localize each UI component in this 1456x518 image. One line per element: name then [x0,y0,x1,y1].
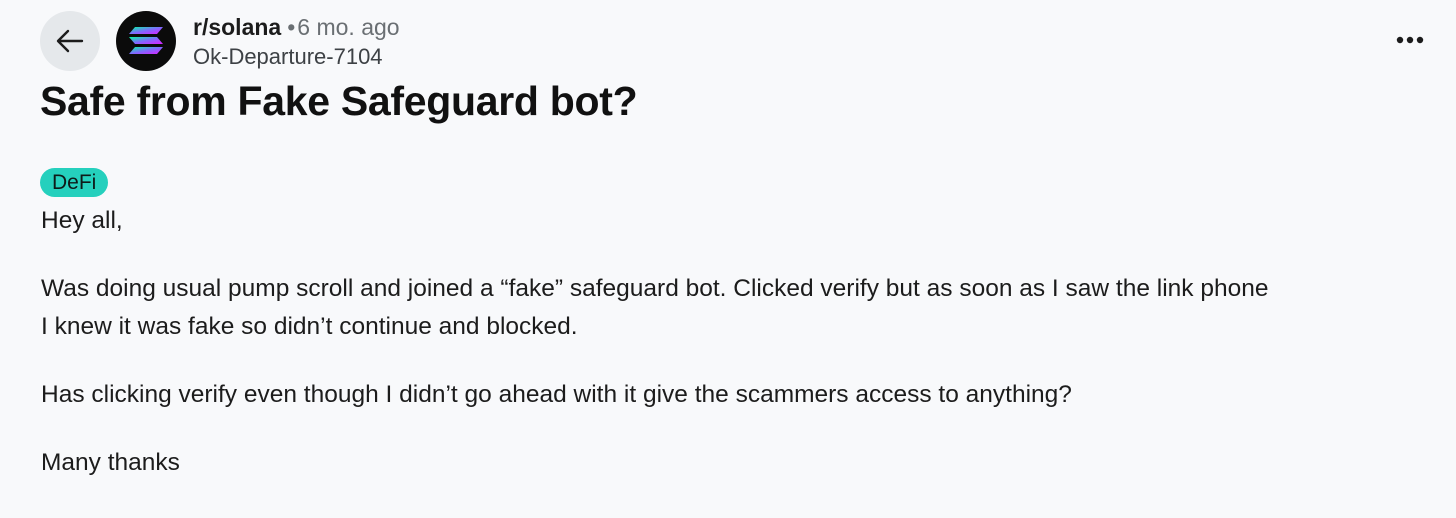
more-options-icon [1396,36,1424,44]
subreddit-link[interactable]: r/solana [193,14,281,40]
post-body-paragraph-1-line-1: Was doing usual pump scroll and joined a… [41,275,1269,302]
back-arrow-icon [56,29,84,53]
meta-separator: • [287,14,296,40]
post-body-paragraph-1-line-2: I knew it was fake so didn’t continue an… [41,313,578,340]
author-link[interactable]: Ok-Departure-7104 [193,42,400,72]
post-age: 6 mo. ago [297,14,400,40]
post-title: Safe from Fake Safeguard bot? [40,78,638,124]
post-meta: r/solana •6 mo. ago Ok-Departure-7104 [193,12,400,72]
more-options-button[interactable] [1390,24,1430,56]
subreddit-avatar[interactable] [116,11,176,71]
post-header: r/solana •6 mo. ago Ok-Departure-7104 [40,10,1430,72]
post-body-signoff: Many thanks [41,449,180,476]
solana-logo-icon [129,27,163,54]
post-flair[interactable]: DeFi [40,168,109,197]
post-body-paragraph-2: Has clicking verify even though I didn’t… [41,381,1072,408]
back-button[interactable] [40,11,100,71]
post-body-greeting: Hey all, [41,207,123,234]
